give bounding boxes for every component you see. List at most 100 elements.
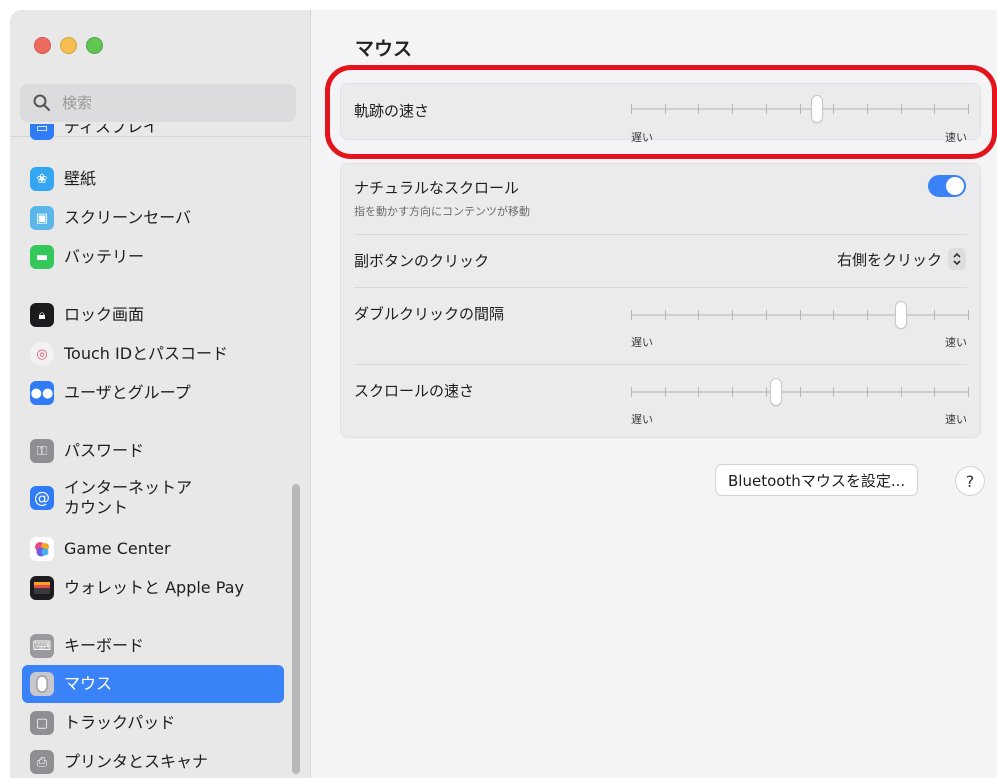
scroll-speed-label: スクロールの速さ — [354, 382, 475, 400]
slider-tick — [968, 310, 969, 320]
settings-window: ▭ ディスプレイ ❀ 壁紙 ▣ スクリーンセーバ ▬ バッテリー 🔒︎ ロック画… — [10, 10, 997, 778]
slider-tick — [934, 387, 935, 397]
minimize-button[interactable] — [60, 37, 77, 54]
sidebar-item-keyboard[interactable]: ⌨ キーボード — [22, 627, 284, 665]
slider-tick — [800, 387, 801, 397]
sidebar-item-printers[interactable]: ⎙ プリンタとスキャナ — [22, 743, 284, 778]
scroll-speed-slider[interactable] — [631, 379, 969, 405]
slider-tick — [901, 387, 902, 397]
sidebar-item-lock-screen[interactable]: 🔒︎ ロック画面 — [22, 296, 284, 334]
slider-tick — [934, 310, 935, 320]
secondary-click-popup[interactable]: 右側をクリック — [837, 248, 966, 270]
traffic-lights — [34, 37, 103, 54]
sidebar-item-touch-id[interactable]: ◎ Touch IDとパスコード — [22, 335, 284, 373]
sidebar-item-label: トラックパッド — [64, 713, 176, 732]
slider-tick — [665, 387, 666, 397]
sidebar-item-mouse[interactable]: マウス — [22, 665, 284, 703]
sidebar-item-label: Touch IDとパスコード — [64, 344, 229, 363]
sidebar-item-label: Game Center — [64, 539, 171, 558]
secondary-click-label: 副ボタンのクリック — [354, 252, 490, 270]
sidebar-item-trackpad[interactable]: ▢ トラックパッド — [22, 704, 284, 742]
toggle-knob — [946, 177, 964, 195]
slider-tick — [732, 310, 733, 320]
mouse-settings-card: ナチュラルなスクロール 指を動かす方向にコンテンツが移動 副ボタンのクリック 右… — [340, 163, 981, 438]
sidebar-item-game-center[interactable]: Game Center — [22, 530, 284, 568]
search-input[interactable] — [60, 93, 284, 113]
slider-tick — [833, 310, 834, 320]
sidebar-item-internet-accounts[interactable]: @ インターネットアカウント — [22, 474, 284, 522]
sidebar-scrollbar[interactable] — [292, 484, 300, 774]
natural-scroll-toggle[interactable] — [928, 175, 966, 197]
slider-knob[interactable] — [771, 379, 781, 405]
sidebar-item-label: マウス — [64, 674, 113, 693]
printer-icon: ⎙ — [30, 750, 54, 774]
slider-min-label: 遅い — [631, 336, 653, 349]
battery-icon: ▬ — [30, 245, 54, 269]
sidebar-item-label: ウォレットと Apple Pay — [64, 578, 244, 597]
help-button[interactable]: ? — [956, 467, 984, 495]
screensaver-icon: ▣ — [30, 206, 54, 230]
fingerprint-icon: ◎ — [30, 342, 54, 366]
slider-tick — [631, 387, 632, 397]
sidebar-item-label: パスワード — [64, 441, 145, 460]
slider-tick — [732, 387, 733, 397]
double-click-slider[interactable] — [631, 302, 969, 328]
slider-knob[interactable] — [896, 302, 906, 328]
sidebar-item-passwords[interactable]: ⚿ パスワード — [22, 432, 284, 470]
slider-tick — [766, 310, 767, 320]
secondary-click-value: 右側をクリック — [836, 250, 942, 269]
highlight-annotation — [325, 65, 997, 159]
trackpad-icon: ▢ — [30, 711, 54, 735]
chevron-updown-icon — [948, 248, 966, 270]
sidebar-item-battery[interactable]: ▬ バッテリー — [22, 238, 284, 276]
slider-tick — [766, 387, 767, 397]
page-title: マウス — [355, 38, 413, 60]
sidebar-item-wallpaper[interactable]: ❀ 壁紙 — [22, 160, 284, 198]
slider-tick — [867, 310, 868, 320]
slider-tick — [698, 387, 699, 397]
natural-scroll-description: 指を動かす方向にコンテンツが移動 — [354, 205, 530, 218]
key-icon: ⚿ — [30, 439, 54, 463]
slider-tick — [968, 387, 969, 397]
natural-scroll-row: ナチュラルなスクロール 指を動かす方向にコンテンツが移動 — [341, 164, 980, 234]
slider-tick — [833, 387, 834, 397]
sidebar-item-label: ユーザとグループ — [64, 383, 191, 402]
search-icon — [33, 94, 50, 111]
natural-scroll-label: ナチュラルなスクロール — [354, 179, 520, 197]
sidebar-item-label: 壁紙 — [64, 169, 97, 188]
double-click-row: ダブルクリックの間隔 遅い 速い — [341, 288, 980, 364]
wallpaper-icon: ❀ — [30, 167, 54, 191]
slider-tick — [698, 310, 699, 320]
sidebar-item-display[interactable]: ▭ ディスプレイ — [22, 124, 284, 146]
sidebar-item-users[interactable]: ●● ユーザとグループ — [22, 374, 284, 412]
keyboard-icon: ⌨ — [30, 634, 54, 658]
search-box[interactable] — [20, 84, 296, 122]
sidebar: ▭ ディスプレイ ❀ 壁紙 ▣ スクリーンセーバ ▬ バッテリー 🔒︎ ロック画… — [10, 10, 311, 778]
lock-icon: 🔒︎ — [30, 303, 54, 327]
secondary-click-row: 副ボタンのクリック 右側をクリック — [341, 235, 980, 287]
slider-max-label: 速い — [945, 413, 967, 426]
sidebar-item-label: プリンタとスキャナ — [64, 752, 209, 771]
sidebar-item-label: ディスプレイ — [64, 124, 159, 136]
sidebar-item-label: インターネットアカウント — [64, 478, 193, 517]
at-icon: @ — [30, 486, 54, 510]
slider-tick — [800, 310, 801, 320]
wallet-icon — [30, 576, 54, 600]
double-click-label: ダブルクリックの間隔 — [354, 305, 505, 323]
display-icon: ▭ — [30, 124, 54, 140]
main-pane: マウス 軌跡の速さ 遅い 速い ナチュラルなスクロール 指を動かす方向にコンテン… — [311, 10, 997, 778]
slider-min-label: 遅い — [631, 413, 653, 426]
sidebar-item-label: キーボード — [64, 636, 145, 655]
sidebar-item-label: ロック画面 — [64, 305, 145, 324]
sidebar-item-screensaver[interactable]: ▣ スクリーンセーバ — [22, 199, 284, 237]
sidebar-item-wallet[interactable]: ウォレットと Apple Pay — [22, 569, 284, 607]
slider-tick — [631, 310, 632, 320]
slider-tick — [665, 310, 666, 320]
mouse-icon — [30, 672, 54, 696]
sidebar-item-label: バッテリー — [64, 247, 145, 266]
bluetooth-mouse-setup-button[interactable]: Bluetoothマウスを設定... — [716, 465, 918, 495]
zoom-button[interactable] — [86, 37, 103, 54]
slider-max-label: 速い — [945, 336, 967, 349]
scroll-speed-row: スクロールの速さ 遅い 速い — [341, 365, 980, 439]
close-button[interactable] — [34, 37, 51, 54]
